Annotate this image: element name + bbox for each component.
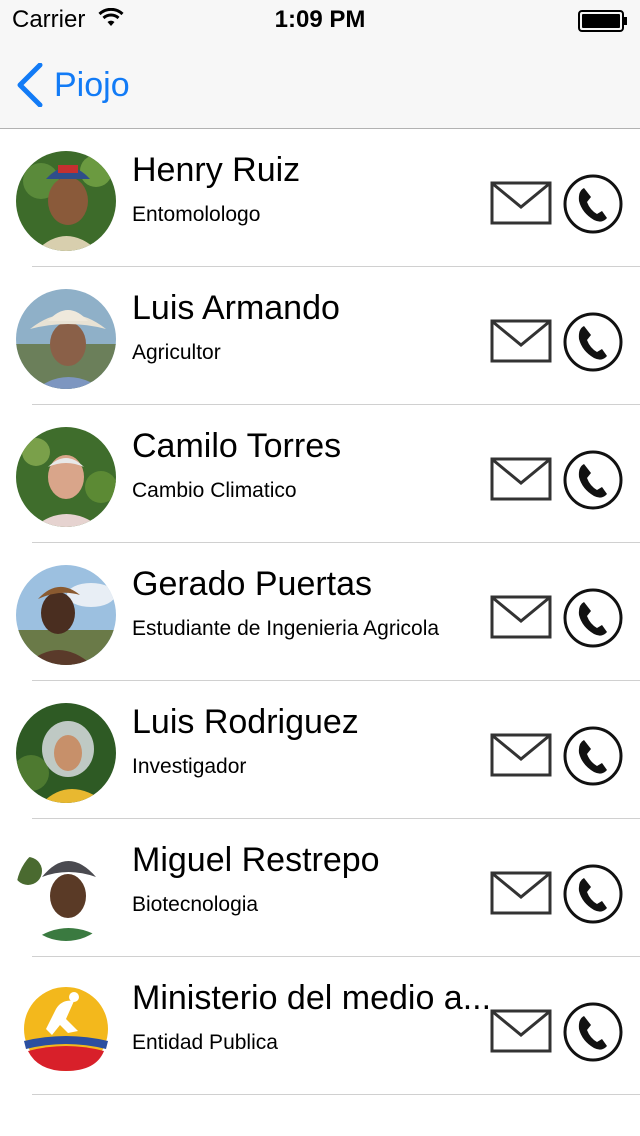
mail-icon[interactable]: [490, 595, 552, 639]
mail-icon[interactable]: [490, 1009, 552, 1053]
mail-icon[interactable]: [490, 319, 552, 363]
contact-name: Henry Ruiz: [132, 151, 301, 189]
clock: 1:09 PM: [274, 6, 366, 33]
contact-name: Miguel Restrepo: [132, 841, 380, 879]
phone-icon[interactable]: [562, 173, 624, 235]
status-bar: Carrier 1:09 PM: [0, 0, 640, 40]
list-item[interactable]: Miguel Restrepo Biotecnologia: [16, 819, 640, 957]
chevron-left-icon: [17, 63, 43, 107]
list-item[interactable]: Henry Ruiz Entomolologo: [16, 129, 640, 267]
contact-role: Entidad Publica: [132, 1031, 278, 1054]
back-label: Piojo: [54, 65, 130, 104]
phone-icon[interactable]: [562, 1001, 624, 1063]
mail-icon[interactable]: [490, 733, 552, 777]
battery-icon: [578, 10, 627, 32]
contact-role: Agricultor: [132, 341, 221, 364]
avatar: [16, 565, 116, 665]
list-item[interactable]: Gerado Puertas Estudiante de Ingenieria …: [16, 543, 640, 681]
back-button[interactable]: Piojo: [16, 62, 130, 108]
avatar: [16, 289, 116, 389]
phone-icon[interactable]: [562, 449, 624, 511]
contact-name: Gerado Puertas: [132, 565, 373, 603]
contact-list: Henry Ruiz Entomolologo Luis Armando Agr…: [0, 129, 640, 1095]
contact-name: Camilo Torres: [132, 427, 342, 465]
contact-role: Investigador: [132, 755, 247, 778]
avatar: [16, 841, 116, 941]
phone-icon[interactable]: [562, 863, 624, 925]
avatar: [16, 151, 116, 251]
contact-role: Cambio Climatico: [132, 479, 297, 502]
mail-icon[interactable]: [490, 181, 552, 225]
navigation-bar: Piojo: [0, 40, 640, 129]
contact-name: Luis Armando: [132, 289, 340, 327]
phone-icon[interactable]: [562, 725, 624, 787]
contact-role: Entomolologo: [132, 203, 261, 226]
avatar: [16, 427, 116, 527]
mail-icon[interactable]: [490, 457, 552, 501]
phone-icon[interactable]: [562, 587, 624, 649]
mail-icon[interactable]: [490, 871, 552, 915]
contact-role: Biotecnologia: [132, 893, 259, 916]
avatar: [16, 703, 116, 803]
list-item[interactable]: Ministerio del medio a... Entidad Public…: [16, 957, 640, 1095]
contact-role: Estudiante de Ingenieria Agricola: [132, 617, 440, 640]
phone-icon[interactable]: [562, 311, 624, 373]
list-item[interactable]: Camilo Torres Cambio Climatico: [16, 405, 640, 543]
contact-name: Luis Rodriguez: [132, 703, 359, 741]
list-item[interactable]: Luis Armando Agricultor: [16, 267, 640, 405]
avatar: [16, 979, 116, 1079]
ministry-logo: [16, 979, 116, 1079]
contact-name: Ministerio del medio a...: [132, 979, 492, 1017]
list-item[interactable]: Luis Rodriguez Investigador: [16, 681, 640, 819]
